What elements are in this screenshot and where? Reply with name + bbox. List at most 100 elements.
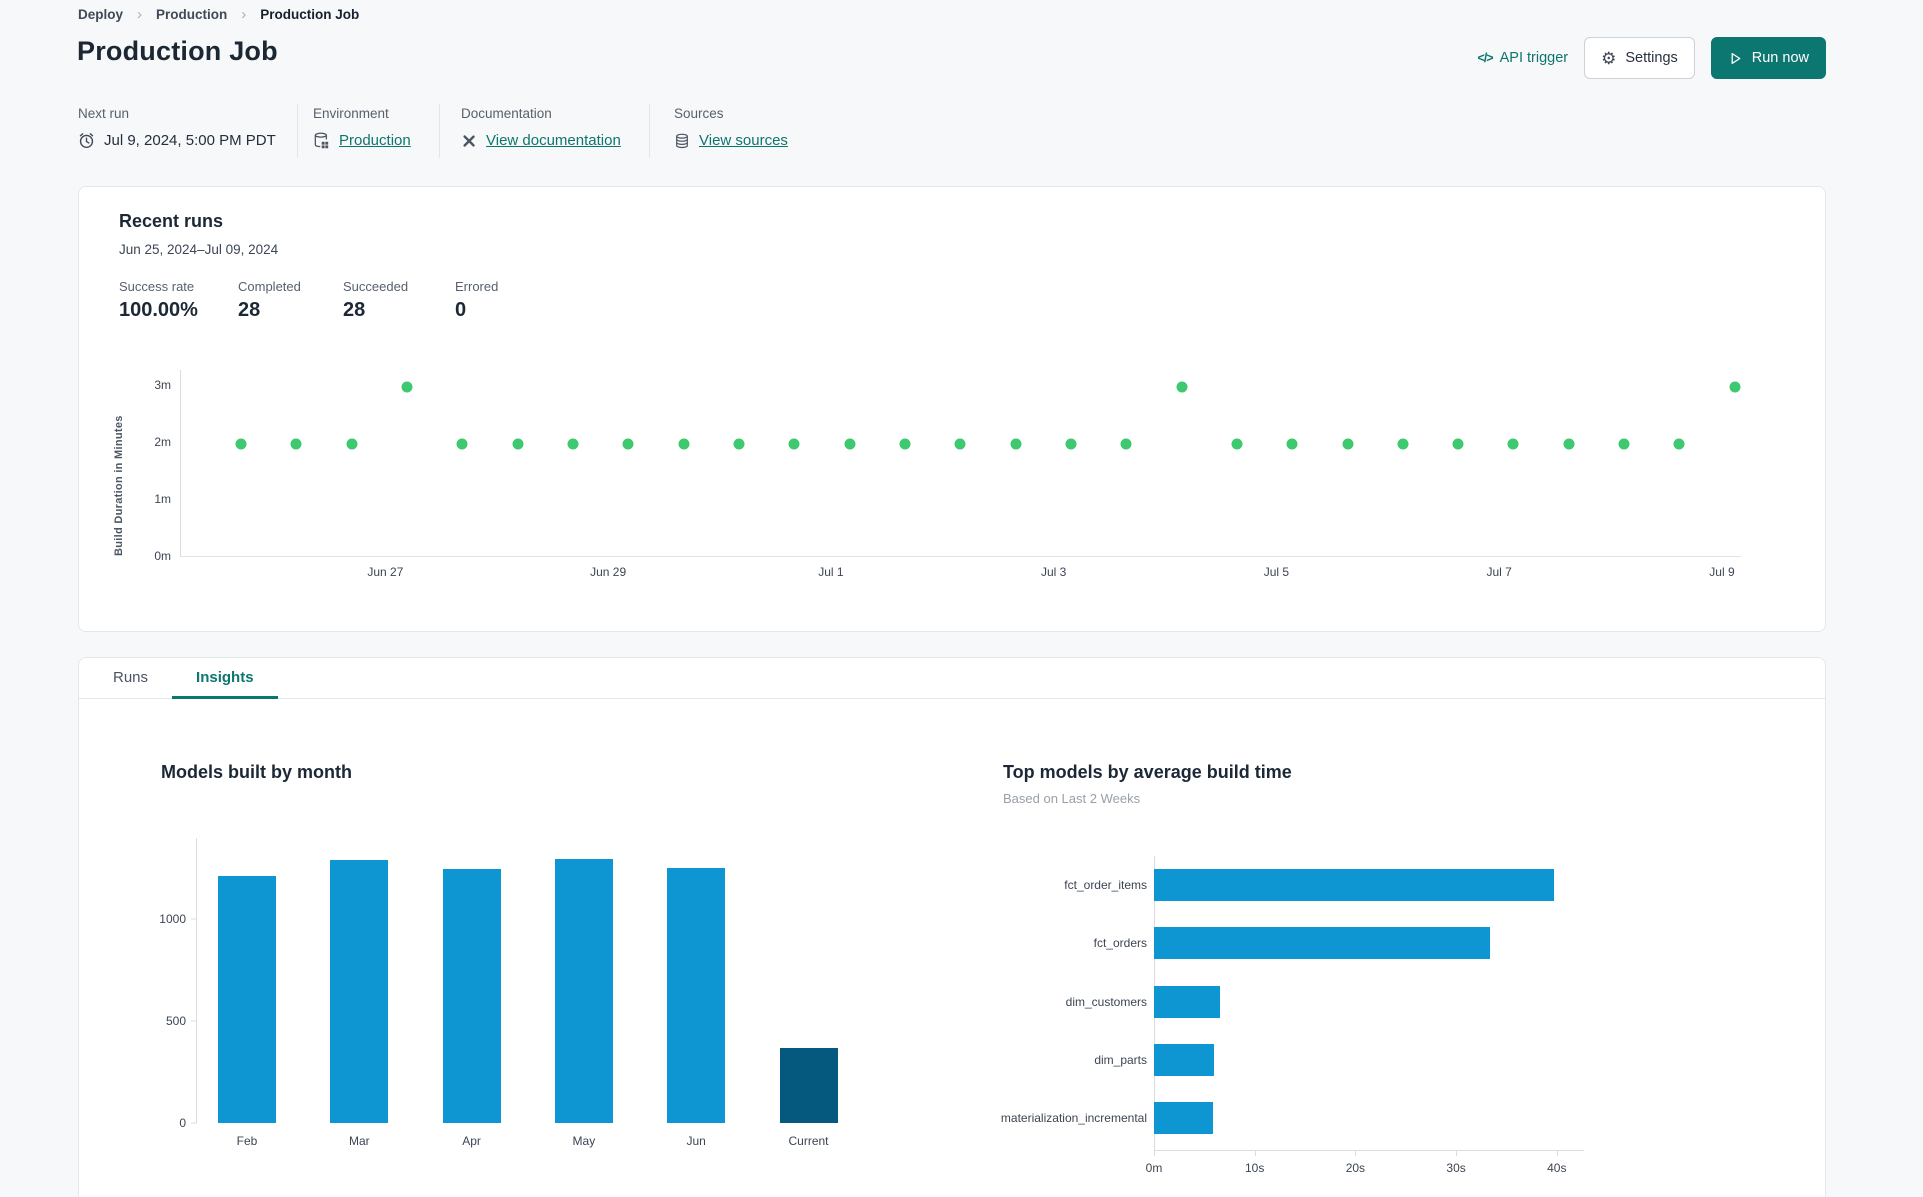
y-tick-mark [191,918,197,920]
x-tick-mark [1456,1150,1458,1156]
run-dot[interactable] [1065,438,1077,450]
info-next-run: Next run Jul 9, 2024, 5:00 PM PDT [78,106,276,149]
x-tick-mark [1556,1150,1558,1156]
y-tick-mark [191,1122,197,1124]
run-dot[interactable] [1286,438,1298,450]
breadcrumb-production[interactable]: Production [156,7,227,22]
run-dot[interactable] [899,438,911,450]
model-bar[interactable] [1154,869,1554,901]
tab-runs[interactable]: Runs [89,658,172,699]
run-dot[interactable] [1729,381,1741,393]
run-dot[interactable] [1010,438,1022,450]
recent-runs-date-range: Jun 25, 2024–Jul 09, 2024 [119,242,279,257]
month-bar[interactable] [667,868,726,1123]
run-dot[interactable] [401,381,413,393]
y-tick-label: 1m [154,491,171,506]
run-dot[interactable] [844,438,856,450]
run-dot[interactable] [512,438,524,450]
divider [297,104,298,158]
run-dot[interactable] [1452,438,1464,450]
run-dot[interactable] [1176,381,1188,393]
model-label: materialization_incremental [1000,1111,1147,1126]
top-models-plot: fct_order_items fct_orders dim_customers di… [959,869,1704,1197]
x-tick-label: Jun 27 [367,565,404,579]
api-trigger-label: API trigger [1499,50,1569,66]
gear-icon: ⚙ [1601,48,1617,68]
x-tick-label: Jul 3 [1040,565,1067,579]
run-dot[interactable] [622,438,634,450]
recent-runs-title: Recent runs [119,211,224,231]
run-dot[interactable] [1342,438,1353,450]
run-dot[interactable] [456,438,468,450]
api-trigger-link[interactable]: </> API trigger [1478,50,1569,66]
tab-row: Runs Insights [79,658,1825,699]
run-dot[interactable] [1673,438,1685,450]
model-bar[interactable] [1154,1102,1214,1135]
settings-button[interactable]: ⚙ Settings [1584,37,1695,79]
view-documentation-link[interactable]: View documentation [486,132,621,149]
x-category-label: Feb [236,1134,258,1148]
y-tick-label: 2m [154,434,171,449]
model-bar[interactable] [1154,985,1221,1018]
top-models-chart: fct_order_items fct_orders dim_customers di… [959,856,1704,1197]
run-dot[interactable] [235,438,247,450]
y-tick-label: 0m [154,549,171,563]
month-bar[interactable] [330,860,389,1123]
run-dot[interactable] [788,438,800,450]
run-dot[interactable] [290,438,302,450]
x-tick-label: Jun 29 [590,565,627,579]
run-dot[interactable] [1563,438,1575,450]
model-bar[interactable] [1154,927,1491,960]
x-tick-label: Jul 5 [1263,565,1290,579]
x-tick-mark [1154,1150,1155,1156]
info-documentation: Documentation View documentation [461,106,621,149]
breadcrumb-production-job: Production Job [260,6,360,22]
run-dot[interactable] [678,438,690,450]
environment-link[interactable]: Production [339,132,411,149]
run-dot[interactable] [954,438,966,450]
run-dot[interactable] [346,438,358,450]
run-dot[interactable] [1397,438,1409,450]
divider [439,104,440,158]
documentation-label: Documentation [461,106,552,121]
x-tick-label: Jul 1 [818,565,844,579]
info-sources: Sources View sources [674,106,788,149]
x-category-label: Apr [462,1134,481,1148]
stat-success-rate: Success rate 100.00% [119,279,198,322]
stat-label: Errored [455,279,499,294]
month-bar[interactable] [779,1047,838,1123]
run-dot[interactable] [1231,438,1243,450]
sources-label: Sources [674,106,724,121]
run-dot[interactable] [733,438,745,450]
run-dot[interactable] [1507,438,1519,450]
view-sources-link[interactable]: View sources [699,132,788,149]
run-dot[interactable] [1120,438,1132,450]
x-category-label: May [572,1134,596,1148]
x-tick-label: 10s [1245,1161,1265,1175]
tab-insights[interactable]: Insights [172,658,278,699]
month-bar[interactable] [554,859,613,1123]
models-built-chart: 0 500 1000 Feb Mar Apr May Jun Current [159,838,886,1148]
model-label: dim_customers [1065,994,1147,1009]
stat-value: 28 [343,299,366,321]
stat-errored: Errored 0 [455,279,498,322]
model-bar[interactable] [1154,1043,1215,1076]
next-run-label: Next run [78,106,130,121]
x-tick-mark [1254,1150,1256,1156]
clock-icon [78,132,95,149]
breadcrumb-deploy[interactable]: Deploy [78,7,123,22]
environment-icon [313,132,330,149]
build-duration-chart: Build Duration in Minutes 3m 2m 1m 0m Jun 27… [113,370,1741,579]
y-tick-label: 1000 [159,912,186,927]
database-icon [674,133,690,149]
header-actions: </> API trigger ⚙ Settings Run now [1478,36,1826,80]
top-models-title: Top models by average build time [1003,762,1292,782]
stat-succeeded: Succeeded 28 [343,279,408,322]
month-bar[interactable] [442,868,501,1123]
month-bar[interactable] [218,875,276,1123]
run-dot[interactable] [1618,438,1630,450]
x-tick-label: 20s [1345,1161,1366,1175]
run-dot[interactable] [567,438,579,450]
run-now-button[interactable]: Run now [1710,37,1826,79]
x-category-label: Jun [686,1134,706,1148]
